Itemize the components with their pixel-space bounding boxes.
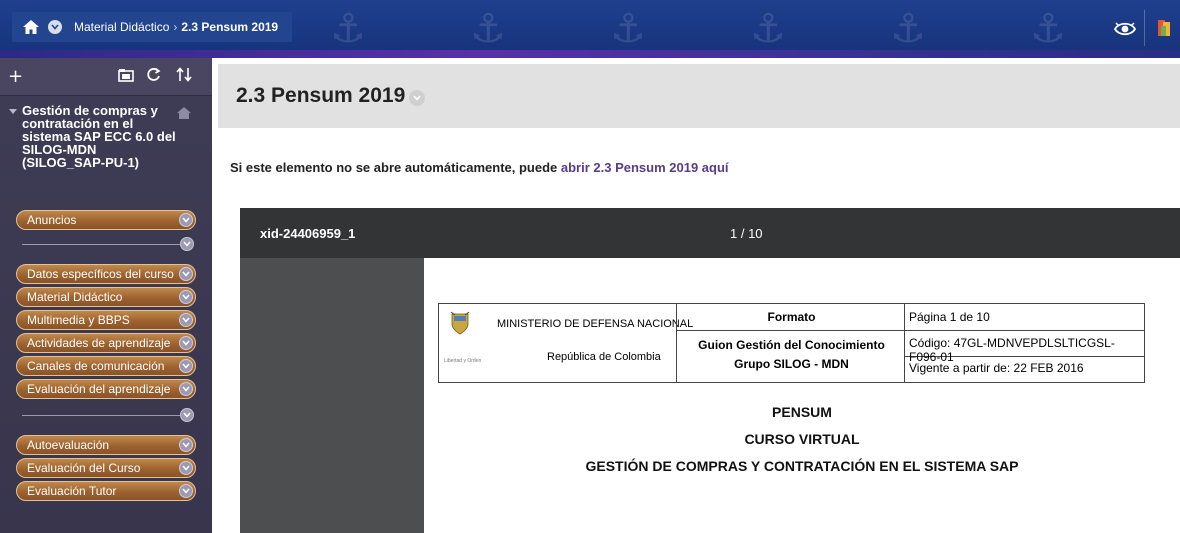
- chevron-down-icon[interactable]: [179, 267, 193, 281]
- format-label: Formato: [767, 310, 816, 324]
- breadcrumb-current: 2.3 Pensum 2019: [181, 20, 279, 34]
- chevron-down-icon[interactable]: [179, 382, 193, 396]
- menu-item-canales[interactable]: Canales de comunicación: [16, 356, 196, 376]
- menu-item-material-didactico[interactable]: Material Didáctico: [16, 287, 196, 307]
- chevron-down-icon[interactable]: [179, 359, 193, 373]
- chevron-down-icon[interactable]: [179, 213, 193, 227]
- chevron-down-icon[interactable]: [179, 290, 193, 304]
- document-header-table: Libertad y Orden MINISTERIO DE DEFENSA N…: [438, 303, 1145, 383]
- student-preview-button[interactable]: [1112, 16, 1138, 42]
- add-menu-item-button[interactable]: +: [8, 66, 23, 87]
- refresh-icon: [147, 67, 161, 81]
- open-file-link[interactable]: abrir 2.3 Pensum 2019 aquí: [561, 160, 729, 175]
- content-area: 2.3 Pensum 2019 Si este elemento no se a…: [212, 58, 1180, 533]
- menu-item-label: Evaluación Tutor: [27, 484, 117, 498]
- seal-caption: Libertad y Orden: [444, 358, 482, 364]
- course-home-icon[interactable]: [176, 106, 192, 122]
- document-subheading: CURSO VIRTUAL: [744, 431, 860, 447]
- menu-item-label: Canales de comunicación: [27, 359, 165, 373]
- menu-item-label: Anuncios: [27, 213, 77, 227]
- menu-item-actividades[interactable]: Actividades de aprendizaje: [16, 333, 196, 353]
- menu-item-label: Multimedia y BBPS: [27, 313, 130, 327]
- refresh-button[interactable]: [146, 67, 161, 86]
- document-page: Libertad y Orden MINISTERIO DE DEFENSA N…: [424, 258, 1180, 533]
- menu-item-evaluacion-aprendizaje[interactable]: Evaluación del aprendizaje: [16, 379, 196, 399]
- menu-divider: [22, 415, 182, 416]
- collapse-triangle-icon[interactable]: [9, 109, 17, 114]
- course-menu-toolbar: +: [0, 58, 212, 96]
- menu-item-multimedia[interactable]: Multimedia y BBPS: [16, 310, 196, 330]
- preview-eye-icon: [1113, 22, 1137, 36]
- table-divider: [676, 304, 677, 382]
- document-code: Código: 47GL-MDNVEPDLSLTICGSL-F096-01: [909, 336, 1115, 364]
- document-heading: PENSUM: [772, 404, 832, 420]
- chevron-down-icon[interactable]: [179, 461, 193, 475]
- table-divider: [904, 304, 905, 382]
- ministry-name: MINISTERIO DE DEFENSA NACIONAL: [497, 318, 694, 330]
- user-menu-button[interactable]: [1152, 14, 1176, 42]
- republic-name: República de Colombia: [547, 351, 661, 363]
- notice-text: Si este elemento no se abre automáticame…: [230, 160, 561, 175]
- anchor-decoration-icon: ⚓: [1030, 6, 1066, 52]
- document-viewer-header: xid-24406959_1 1 / 10: [240, 208, 1180, 258]
- menu-item-label: Datos específicos del curso: [27, 267, 174, 281]
- sort-menu-button[interactable]: [176, 67, 192, 86]
- menu-item-label: Evaluación del aprendizaje: [27, 382, 171, 396]
- divider-options-button[interactable]: [180, 237, 194, 251]
- anchor-decoration-icon: ⚓: [750, 6, 786, 52]
- guide-group: Grupo SILOG - MDN: [734, 357, 849, 371]
- breadcrumb-parent-link[interactable]: Material Didáctico: [74, 20, 169, 34]
- top-navigation-bar: ⚓ ⚓ ⚓ ⚓ ⚓ ⚓ Material Didáctico › 2.3 Pensu…: [0, 0, 1180, 58]
- menu-item-label: Actividades de aprendizaje: [27, 336, 171, 350]
- anchor-decoration-icon: ⚓: [890, 6, 926, 52]
- document-course-title: GESTIÓN DE COMPRAS Y CONTRATACIÓN EN EL …: [585, 458, 1019, 474]
- open-notice: Si este elemento no se abre automáticame…: [230, 160, 729, 175]
- folder-view-button[interactable]: [118, 68, 134, 86]
- menu-divider: [22, 244, 182, 245]
- chevron-down-icon[interactable]: [179, 336, 193, 350]
- chevron-down-icon[interactable]: [179, 313, 193, 327]
- page-title-bar: 2.3 Pensum 2019: [218, 64, 1180, 128]
- valid-from: Vigente a partir de: 22 FEB 2016: [909, 361, 1084, 375]
- chevron-down-icon[interactable]: [179, 484, 193, 498]
- menu-item-label: Evaluación del Curso: [27, 461, 141, 475]
- breadcrumb-separator: ›: [173, 20, 178, 34]
- course-title-text: Gestión de compras y contratación en el …: [22, 103, 176, 170]
- title-options-chevron-icon[interactable]: [409, 90, 426, 106]
- menu-item-label: Autoevaluación: [27, 438, 110, 452]
- page-counter: 1 / 10: [730, 226, 763, 241]
- anchor-decoration-icon: ⚓: [610, 6, 646, 52]
- page-info: Página 1 de 10: [909, 310, 990, 324]
- menu-item-evaluacion-tutor[interactable]: Evaluación Tutor: [16, 481, 196, 501]
- page-title: 2.3 Pensum 2019: [236, 84, 406, 107]
- folder-icon: [118, 69, 134, 82]
- anchor-decoration-icon: ⚓: [470, 6, 506, 52]
- topbar-divider: [1144, 10, 1145, 46]
- menu-item-anuncios[interactable]: Anuncios: [16, 210, 196, 230]
- coat-of-arms-seal: [449, 310, 471, 336]
- chevron-down-icon[interactable]: [179, 438, 193, 452]
- breadcrumb-trail: Material Didáctico › 2.3 Pensum 2019: [74, 20, 278, 34]
- topbar-decorative-strip: [0, 50, 1180, 58]
- sort-icon: [176, 67, 192, 82]
- menu-item-evaluacion-curso[interactable]: Evaluación del Curso: [16, 458, 196, 478]
- table-divider: [676, 330, 1144, 331]
- course-menu-sidebar: + Gestión de compras y contratación en e…: [0, 58, 212, 533]
- anchor-decoration-icon: ⚓: [330, 6, 366, 52]
- document-file-id: xid-24406959_1: [260, 226, 356, 241]
- home-icon[interactable]: [22, 19, 40, 35]
- menu-item-datos-especificos[interactable]: Datos específicos del curso: [16, 264, 196, 284]
- user-avatar-icon: [1158, 20, 1170, 36]
- menu-item-label: Material Didáctico: [27, 290, 123, 304]
- thumbnail-panel[interactable]: [240, 258, 424, 533]
- menu-item-autoevaluacion[interactable]: Autoevaluación: [16, 435, 196, 455]
- divider-options-button[interactable]: [180, 408, 194, 422]
- breadcrumb: Material Didáctico › 2.3 Pensum 2019: [12, 12, 292, 42]
- guide-title: Guion Gestión del Conocimiento: [698, 338, 885, 352]
- breadcrumb-menu-button[interactable]: [48, 20, 62, 34]
